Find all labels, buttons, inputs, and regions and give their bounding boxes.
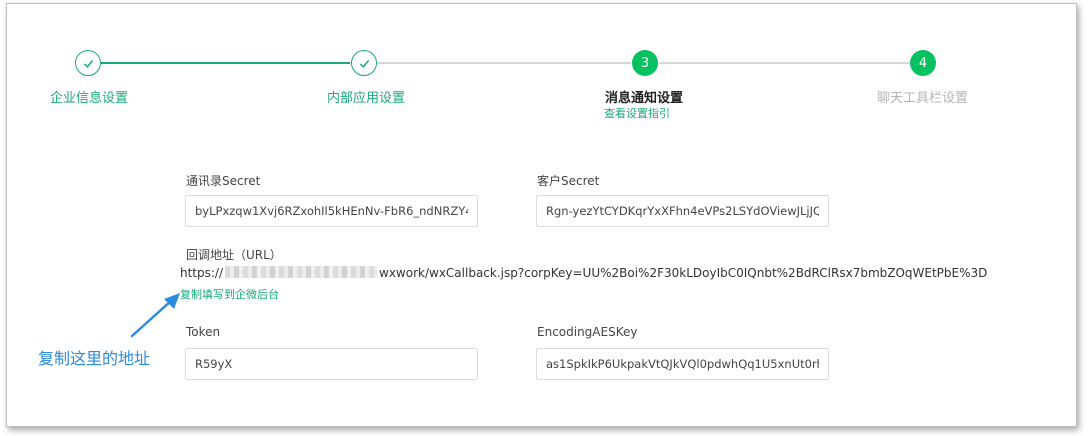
step-connector-1-2: [101, 62, 350, 64]
step-2-indicator: [351, 50, 377, 76]
encoding-aes-key-label: EncodingAESKey: [537, 325, 638, 339]
step-4-label: 聊天工具栏设置: [877, 91, 969, 106]
step-1-label[interactable]: 企业信息设置: [50, 87, 128, 106]
annotation-note: 复制这里的地址: [38, 349, 151, 368]
step-connector-3-4: [659, 62, 910, 64]
copy-url-link[interactable]: 复制填写到企微后台: [180, 286, 279, 302]
customer-secret-input[interactable]: [536, 195, 829, 227]
step-4-indicator: 4: [910, 50, 936, 76]
callback-url-prefix: https://: [180, 266, 224, 280]
contacts-secret-label: 通讯录Secret: [186, 174, 261, 188]
token-input[interactable]: [185, 348, 478, 380]
check-icon: [359, 59, 369, 68]
callback-url-value: https:// wxwork/wxCallback.jsp?corpKey=UU…: [180, 266, 987, 280]
callback-url-suffix: wxwork/wxCallback.jsp?corpKey=UU%2Boi%2F…: [379, 266, 988, 280]
encoding-aes-key-input[interactable]: [536, 348, 829, 380]
step-2-label[interactable]: 内部应用设置: [327, 87, 405, 106]
customer-secret-label: 客户Secret: [537, 174, 600, 188]
annotation-arrow-icon: [130, 293, 180, 338]
view-setup-guide-link[interactable]: 查看设置指引: [604, 105, 670, 121]
step-3-indicator: 3: [632, 50, 658, 76]
contacts-secret-input[interactable]: [185, 195, 478, 227]
step-1-indicator: [75, 50, 101, 76]
step-3-label: 消息通知设置: [605, 91, 684, 106]
callback-url-label: 回调地址（URL）: [186, 248, 282, 262]
step-connector-2-3: [377, 62, 631, 64]
redacted-domain: [225, 266, 378, 278]
token-label: Token: [186, 325, 221, 339]
check-icon: [83, 59, 93, 68]
